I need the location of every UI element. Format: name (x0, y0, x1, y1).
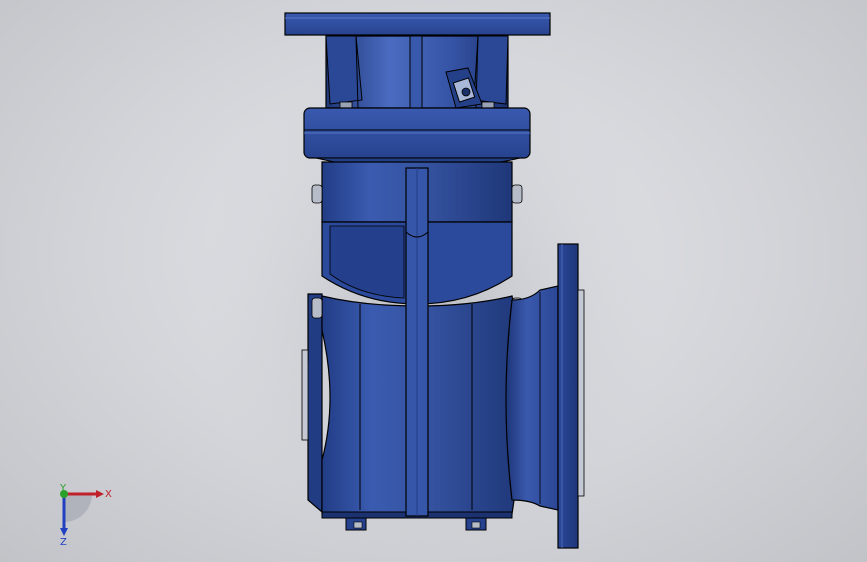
orientation-triad: X Y Z (59, 483, 112, 548)
graphics-viewport[interactable]: X Y Z (0, 0, 867, 562)
side-flange[interactable] (557, 243, 585, 549)
mid-flange[interactable] (303, 107, 531, 171)
center-rib[interactable] (405, 167, 429, 517)
x-axis-label: X (105, 489, 112, 500)
cad-model[interactable] (0, 0, 867, 562)
top-flange[interactable] (284, 12, 551, 36)
x-axis-arrow (96, 490, 104, 498)
output-cone[interactable] (505, 285, 559, 511)
z-axis-arrow (60, 528, 68, 536)
triad-plane (64, 494, 92, 522)
z-axis-label: Z (60, 537, 67, 548)
neck-housing[interactable] (325, 35, 509, 109)
y-axis-label: Y (59, 483, 67, 494)
